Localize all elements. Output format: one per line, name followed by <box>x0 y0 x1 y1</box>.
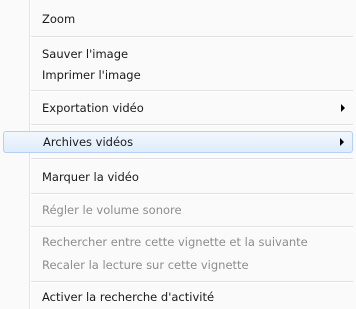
menu-item-label: Régler le volume sonore <box>42 203 182 217</box>
menu-item-label: Zoom <box>42 12 76 26</box>
menu-separator <box>31 124 353 126</box>
menu-item-label: Imprimer l'image <box>42 68 141 82</box>
context-menu: Zoom Sauver l'image Imprimer l'image Exp… <box>0 0 356 309</box>
menu-item-label: Archives vidéos <box>43 135 134 149</box>
menu-item-save-image[interactable]: Sauver l'image <box>3 43 353 65</box>
submenu-arrow-icon <box>340 138 344 146</box>
menu-item-mark-video[interactable]: Marquer la vidéo <box>3 166 353 188</box>
menu-separator <box>31 281 353 283</box>
menu-item-label: Recaler la lecture sur cette vignette <box>42 258 249 272</box>
menu-item-label: Sauver l'image <box>42 47 129 61</box>
menu-item-video-archives[interactable]: Archives vidéos <box>3 131 353 153</box>
menu-item-label: Marquer la vidéo <box>42 170 139 184</box>
menu-separator <box>31 36 353 38</box>
menu-item-adjust-volume[interactable]: Régler le volume sonore <box>3 199 353 221</box>
menu-item-search-between-thumbnails[interactable]: Rechercher entre cette vignette et la su… <box>3 231 353 253</box>
menu-separator <box>31 226 353 228</box>
menu-item-label: Activer la recherche d'activité <box>42 290 215 304</box>
menu-item-video-export[interactable]: Exportation vidéo <box>3 97 353 119</box>
menu-item-label: Rechercher entre cette vignette et la su… <box>42 235 308 249</box>
menu-item-print-image[interactable]: Imprimer l'image <box>3 64 353 86</box>
menu-separator <box>31 193 353 195</box>
menu-item-zoom[interactable]: Zoom <box>3 8 353 30</box>
menu-item-label: Exportation vidéo <box>42 101 144 115</box>
menu-separator <box>31 158 353 160</box>
menu-item-resync-playback[interactable]: Recaler la lecture sur cette vignette <box>3 254 353 276</box>
submenu-arrow-icon <box>341 104 345 112</box>
menu-separator <box>31 90 353 92</box>
menu-item-activity-search[interactable]: Activer la recherche d'activité <box>3 286 353 308</box>
